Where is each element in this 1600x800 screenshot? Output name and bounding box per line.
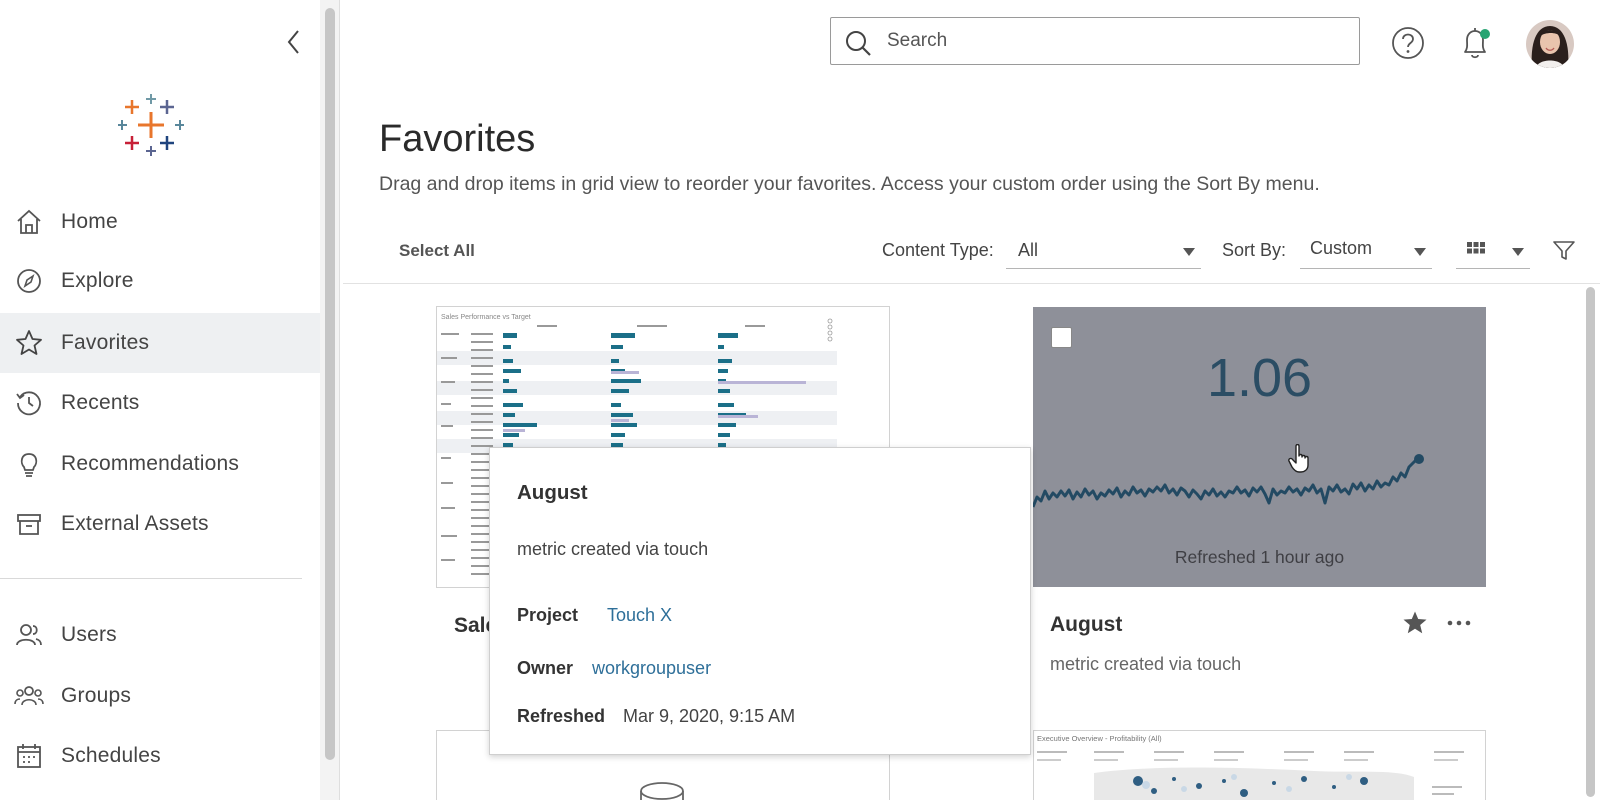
- sidebar-item-label: Users: [61, 623, 117, 646]
- hand-cursor-icon: [1288, 443, 1314, 479]
- select-checkbox[interactable]: [1051, 327, 1072, 348]
- thumbnail-title: Sales Performance vs Target: [441, 314, 531, 321]
- sidebar-divider: [0, 578, 302, 579]
- sidebar-item-favorites[interactable]: Favorites: [0, 313, 320, 373]
- sidebar-item-label: External Assets: [61, 512, 209, 535]
- avatar-icon: [1526, 20, 1574, 68]
- page-title: Favorites: [379, 118, 536, 160]
- sort-by-dropdown[interactable]: Custom: [1300, 234, 1432, 269]
- filter-button[interactable]: [1553, 241, 1575, 266]
- sidebar-item-users[interactable]: Users: [0, 605, 320, 665]
- help-icon: [1392, 27, 1424, 59]
- more-horizontal-icon: [1447, 620, 1471, 626]
- tooltip-owner-label: Owner: [517, 658, 574, 678]
- star-filled-icon: [1403, 611, 1427, 634]
- filter-icon: [1553, 241, 1575, 260]
- tooltip-project-link[interactable]: Touch X: [607, 605, 672, 626]
- search-input[interactable]: [887, 26, 1347, 56]
- scrollbar-thumb[interactable]: [1586, 287, 1595, 797]
- sidebar-item-recommendations[interactable]: Recommendations: [0, 434, 320, 494]
- notification-badge: [1480, 29, 1490, 39]
- content-type-value: All: [1018, 240, 1039, 260]
- help-button[interactable]: [1391, 26, 1425, 65]
- search-box[interactable]: [830, 17, 1360, 65]
- sidebar-item-label: Favorites: [61, 331, 150, 354]
- lightbulb-icon: [20, 453, 38, 477]
- sidebar-item-label: Home: [61, 210, 118, 233]
- card-title[interactable]: August: [1050, 613, 1122, 637]
- tooltip-project-label: Project: [517, 605, 579, 625]
- history-icon: [16, 391, 41, 416]
- thumbnail-title: Executive Overview - Profitability (All): [1037, 734, 1162, 743]
- caret-down-icon: [1183, 248, 1195, 256]
- favorite-button[interactable]: [1402, 610, 1428, 641]
- caret-down-icon: [1512, 248, 1524, 256]
- sort-by-label: Sort By:: [1222, 240, 1287, 260]
- sidebar-item-label: Schedules: [61, 744, 161, 767]
- sort-by-value: Custom: [1310, 238, 1373, 258]
- metric-sparkline: [1033, 454, 1424, 508]
- executive-overview-map-image: Executive Overview - Profitability (All): [1037, 734, 1464, 800]
- content-type-dropdown[interactable]: All: [1006, 234, 1201, 269]
- home-icon: [17, 209, 41, 234]
- content-scrollbar[interactable]: [1582, 285, 1600, 800]
- metric-thumbnail[interactable]: 1.06 Refreshed 1 hour ago: [1033, 307, 1486, 587]
- sidebar-item-recents[interactable]: Recents: [0, 373, 320, 433]
- sidebar-item-groups[interactable]: Groups: [0, 666, 320, 726]
- sidebar-scrollbar[interactable]: [320, 0, 340, 800]
- toolbar-divider: [343, 283, 1600, 284]
- compass-icon: [17, 269, 41, 293]
- sidebar-item-label: Recents: [61, 391, 140, 414]
- more-actions-button[interactable]: [1446, 610, 1472, 641]
- groups-icon: [14, 686, 44, 706]
- calendar-icon: [17, 744, 41, 768]
- sidebar-item-explore[interactable]: Explore: [0, 251, 320, 311]
- scrollbar-thumb[interactable]: [325, 8, 335, 760]
- database-icon: [640, 782, 684, 800]
- collapse-sidebar-button[interactable]: [282, 26, 306, 58]
- tooltip-description: metric created via touch: [517, 539, 709, 559]
- tooltip-refreshed-label: Refreshed: [517, 706, 606, 726]
- users-icon: [16, 624, 42, 646]
- sidebar-item-external-assets[interactable]: External Assets: [0, 494, 320, 554]
- sidebar-item-label: Recommendations: [61, 452, 240, 475]
- refreshed-status: Refreshed 1 hour ago: [1174, 547, 1345, 567]
- sidebar-item-home[interactable]: Home: [0, 192, 320, 252]
- star-icon: [16, 330, 42, 355]
- sidebar: Home Explore Favorites Recents Recommend…: [0, 0, 320, 800]
- user-avatar[interactable]: [1526, 20, 1574, 68]
- tooltip-refreshed-value: Mar 9, 2020, 9:15 AM: [623, 706, 796, 726]
- metric-tooltip: August metric created via touch Project …: [489, 447, 1031, 755]
- sidebar-item-label: Explore: [61, 269, 134, 292]
- content-type-label: Content Type:: [882, 240, 994, 260]
- archive-box-icon: [17, 514, 41, 535]
- workbook-thumbnail[interactable]: Executive Overview - Profitability (All): [1033, 730, 1486, 800]
- sidebar-item-schedules[interactable]: Schedules: [0, 726, 320, 786]
- search-icon: [846, 31, 871, 56]
- tooltip-owner-link[interactable]: workgroupuser: [592, 658, 711, 679]
- chevron-left-icon: [287, 30, 299, 54]
- tooltip-title: August: [517, 481, 588, 504]
- card-description: metric created via touch: [1050, 654, 1242, 674]
- page-subtitle: Drag and drop items in grid view to reor…: [379, 173, 1320, 195]
- tableau-logo-icon: [117, 94, 185, 156]
- select-all-button[interactable]: Select All: [399, 241, 475, 261]
- tableau-logo[interactable]: [117, 92, 185, 158]
- metric-value: 1.06: [1206, 348, 1313, 408]
- sidebar-item-label: Groups: [61, 684, 132, 707]
- grid-view-icon: [1467, 242, 1485, 254]
- caret-down-icon: [1414, 248, 1426, 256]
- view-mode-dropdown[interactable]: [1456, 234, 1530, 269]
